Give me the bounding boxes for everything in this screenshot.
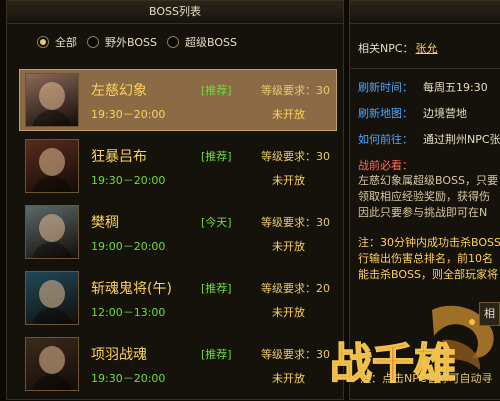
- boss-level-requirement: 等级要求：30: [261, 150, 330, 163]
- filter-label: 全部: [55, 36, 77, 49]
- note-line: 行输出伤害总排名，前10名: [358, 252, 493, 265]
- boss-time: 19:30－20:00: [91, 108, 166, 121]
- boss-row[interactable]: 项羽战魂 [推荐] 等级要求：30 19:30－20:00 未开放: [19, 333, 337, 395]
- npc-label: 相关NPC：: [358, 42, 414, 55]
- side-tab-button[interactable]: 相: [479, 302, 500, 326]
- boss-portrait: [25, 205, 79, 259]
- refresh-map-row: 刷新地图： 边境营地: [350, 101, 500, 127]
- filter-label: 野外BOSS: [105, 36, 157, 49]
- boss-tag: [推荐]: [201, 348, 232, 361]
- how-to-value: 通过荆州NPC张: [423, 133, 500, 146]
- boss-info: 左慈幻象 [推荐] 等级要求：30 19:30－20:00 未开放: [91, 74, 336, 126]
- notice-line: 因此只要参与挑战即可在N: [358, 206, 488, 219]
- boss-info: 樊稠 [今天] 等级要求：30 19:00－20:00 未开放: [91, 206, 336, 258]
- boss-status: 未开放: [272, 372, 305, 385]
- detail-header: [350, 1, 500, 24]
- boss-info: 斩魂鬼将(午) [推荐] 等级要求：20 12:00－13:00 未开放: [91, 272, 336, 324]
- radio-icon: [87, 36, 99, 48]
- boss-status: 未开放: [272, 240, 305, 253]
- how-to-label: 如何前往：: [358, 133, 413, 146]
- boss-name: 项羽战魂: [91, 347, 147, 363]
- boss-status: 未开放: [272, 174, 305, 187]
- boss-tag: [推荐]: [201, 150, 232, 163]
- boss-row[interactable]: 斩魂鬼将(午) [推荐] 等级要求：20 12:00－13:00 未开放: [19, 267, 337, 329]
- boss-tag: [今天]: [201, 216, 232, 229]
- npc-link[interactable]: 张允: [416, 42, 438, 55]
- refresh-time-label: 刷新时间：: [358, 81, 413, 94]
- note-line: 注：30分钟内成功击杀BOSS: [358, 236, 500, 249]
- how-to-row: 如何前往： 通过荆州NPC张: [350, 127, 500, 153]
- boss-row[interactable]: 狂暴吕布 [推荐] 等级要求：30 19:30－20:00 未开放: [19, 135, 337, 197]
- boss-time: 19:30－20:00: [91, 174, 166, 187]
- boss-level-requirement: 等级要求：20: [261, 282, 330, 295]
- refresh-time-row: 刷新时间： 每周五19:30: [350, 75, 500, 101]
- boss-portrait: [25, 139, 79, 193]
- refresh-map-value: 边境营地: [423, 107, 467, 120]
- filter-bar: 全部 野外BOSS 超级BOSS: [7, 24, 343, 60]
- boss-info: 项羽战魂 [推荐] 等级要求：30 19:30－20:00 未开放: [91, 338, 336, 390]
- boss-row[interactable]: 樊稠 [今天] 等级要求：30 19:00－20:00 未开放: [19, 201, 337, 263]
- boss-time: 12:00－13:00: [91, 306, 166, 319]
- boss-list-panel: BOSS列表 全部 野外BOSS 超级BOSS 左慈幻象 [推荐] 等级要求：3…: [6, 0, 344, 400]
- boss-level-requirement: 等级要求：30: [261, 216, 330, 229]
- notice-title: 战前必看：: [358, 159, 413, 172]
- radio-icon: [166, 36, 179, 48]
- notice-line: 左慈幻象属超级BOSS，只要: [358, 174, 498, 187]
- boss-name: 樊稠: [91, 215, 119, 231]
- boss-portrait: [25, 73, 79, 127]
- radio-icon: [37, 36, 49, 48]
- boss-row[interactable]: 左慈幻象 [推荐] 等级要求：30 19:30－20:00 未开放: [19, 69, 337, 131]
- boss-name: 斩魂鬼将(午): [91, 281, 172, 297]
- boss-name: 左慈幻象: [91, 83, 147, 99]
- boss-time: 19:00－20:00: [91, 240, 166, 253]
- npc-row: 相关NPC： 张允: [350, 36, 500, 62]
- boss-time: 19:30－20:00: [91, 372, 166, 385]
- boss-list-title: BOSS列表: [7, 1, 343, 24]
- boss-info: 狂暴吕布 [推荐] 等级要求：30 19:30－20:00 未开放: [91, 140, 336, 192]
- boss-status: 未开放: [272, 108, 305, 121]
- notice-line: 领取相应经验奖励，获得伤: [358, 190, 490, 203]
- boss-status: 未开放: [272, 306, 305, 319]
- boss-tag: [推荐]: [201, 282, 232, 295]
- boss-portrait: [25, 337, 79, 391]
- filter-label: 超级BOSS: [184, 36, 237, 49]
- boss-list: 左慈幻象 [推荐] 等级要求：30 19:30－20:00 未开放 狂暴吕布 […: [19, 69, 337, 401]
- divider: [350, 68, 500, 69]
- boss-name: 狂暴吕布: [91, 149, 147, 165]
- footnote-text: 注：点击NPC名称可自动寻: [360, 372, 493, 385]
- filter-super-boss[interactable]: 超级BOSS: [166, 34, 237, 50]
- refresh-map-label: 刷新地图：: [358, 107, 413, 120]
- boss-level-requirement: 等级要求：30: [261, 84, 330, 97]
- filter-field-boss[interactable]: 野外BOSS: [87, 34, 157, 50]
- refresh-time-value: 每周五19:30: [423, 81, 488, 94]
- note-line: 能击杀BOSS，则全部玩家将: [358, 268, 498, 281]
- boss-portrait: [25, 271, 79, 325]
- boss-tag: [推荐]: [201, 84, 232, 97]
- boss-level-requirement: 等级要求：30: [261, 348, 330, 361]
- filter-all[interactable]: 全部: [37, 34, 77, 50]
